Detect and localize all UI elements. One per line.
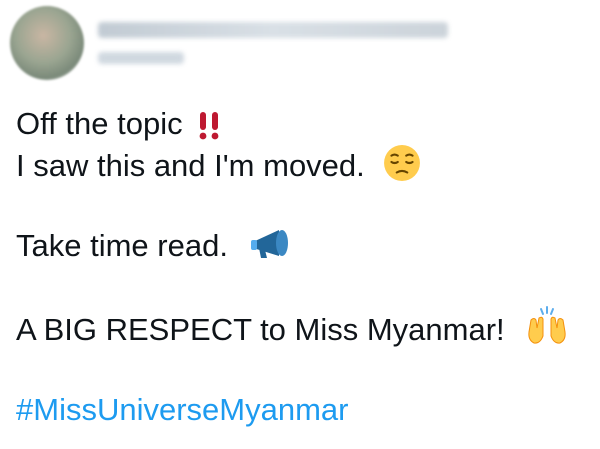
double-exclamation-icon	[199, 112, 219, 140]
tweet-text: A BIG RESPECT to Miss Myanmar!	[16, 312, 505, 347]
tweet-line-2: I saw this and I'm moved.	[16, 144, 569, 186]
megaphone-icon	[250, 230, 288, 258]
tweet-line-3: Take time read.	[16, 226, 569, 266]
handle: @LuPhao	[98, 52, 99, 53]
author-meta: Nuttawongdhas, BUTTER is Coming! @LuPhao	[98, 22, 448, 64]
tweet-text: Off the topic	[16, 106, 183, 141]
raised-hands-icon	[528, 306, 566, 344]
pensive-face-icon	[384, 145, 421, 181]
tweet-text: Take time read.	[16, 228, 228, 263]
handle-blurred[interactable]: @LuPhao	[98, 52, 184, 64]
hashtag-link[interactable]: #MissUniverseMyanmar	[16, 390, 569, 430]
display-name-blurred[interactable]: Nuttawongdhas, BUTTER is Coming!	[98, 22, 448, 38]
tweet-body: Off the topic I saw this and I'm moved. …	[16, 104, 569, 430]
tweet-line-1: Off the topic	[16, 104, 569, 144]
tweet-text: I saw this and I'm moved.	[16, 148, 365, 183]
avatar[interactable]	[10, 6, 84, 80]
tweet-line-4: A BIG RESPECT to Miss Myanmar!	[16, 306, 569, 350]
display-name: Nuttawongdhas, BUTTER is Coming!	[98, 22, 99, 23]
tweet-header: Nuttawongdhas, BUTTER is Coming! @LuPhao	[10, 6, 448, 80]
